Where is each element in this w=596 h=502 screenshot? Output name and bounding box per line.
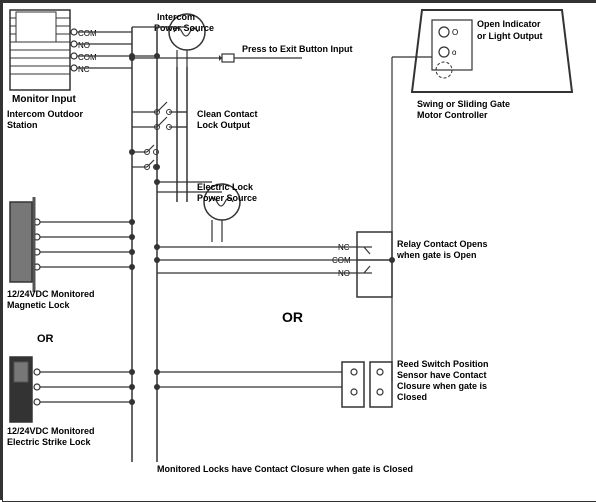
svg-text:COM: COM — [78, 53, 97, 62]
svg-text:Press to Exit Button Input: Press to Exit Button Input — [242, 44, 353, 54]
svg-text:Sensor have Contact: Sensor have Contact — [397, 370, 487, 380]
svg-text:OR: OR — [282, 309, 303, 325]
svg-text:Monitored Locks have Contact C: Monitored Locks have Contact Closure whe… — [157, 464, 413, 474]
svg-text:NO: NO — [78, 41, 90, 50]
svg-text:12/24VDC Monitored: 12/24VDC Monitored — [7, 289, 95, 299]
svg-text:Closed: Closed — [397, 392, 427, 402]
svg-text:Power Source: Power Source — [197, 193, 257, 203]
svg-text:Relay Contact Opens: Relay Contact Opens — [397, 239, 488, 249]
svg-text:Power Source: Power Source — [154, 23, 214, 33]
svg-text:Lock Output: Lock Output — [197, 120, 250, 130]
svg-text:Swing or Sliding Gate: Swing or Sliding Gate — [417, 99, 510, 109]
svg-text:OR: OR — [37, 333, 54, 345]
svg-text:when gate is Open: when gate is Open — [396, 250, 477, 260]
svg-text:or Light Output: or Light Output — [477, 31, 542, 41]
svg-text:Open Indicator: Open Indicator — [477, 19, 541, 29]
svg-text:Electric Lock: Electric Lock — [197, 182, 254, 192]
svg-text:Intercom: Intercom — [157, 12, 195, 22]
svg-text:o: o — [452, 48, 457, 57]
svg-text:Electric Strike Lock: Electric Strike Lock — [7, 437, 92, 447]
svg-text:Motor Controller: Motor Controller — [417, 110, 488, 120]
wiring-diagram: COM NO COM NC Monitor Input Intercom Out… — [0, 0, 596, 500]
svg-text:Reed Switch Position: Reed Switch Position — [397, 359, 489, 369]
svg-text:COM: COM — [78, 29, 97, 38]
svg-text:Closure when gate is: Closure when gate is — [397, 381, 487, 391]
svg-text:Magnetic Lock: Magnetic Lock — [7, 300, 71, 310]
svg-text:NC: NC — [78, 65, 90, 74]
svg-text:Intercom Outdoor: Intercom Outdoor — [7, 109, 83, 119]
svg-text:Monitor Input: Monitor Input — [12, 94, 77, 105]
svg-text:12/24VDC Monitored: 12/24VDC Monitored — [7, 426, 95, 436]
svg-text:Clean Contact: Clean Contact — [197, 109, 258, 119]
svg-text:O: O — [452, 28, 458, 37]
svg-text:Station: Station — [7, 120, 38, 130]
